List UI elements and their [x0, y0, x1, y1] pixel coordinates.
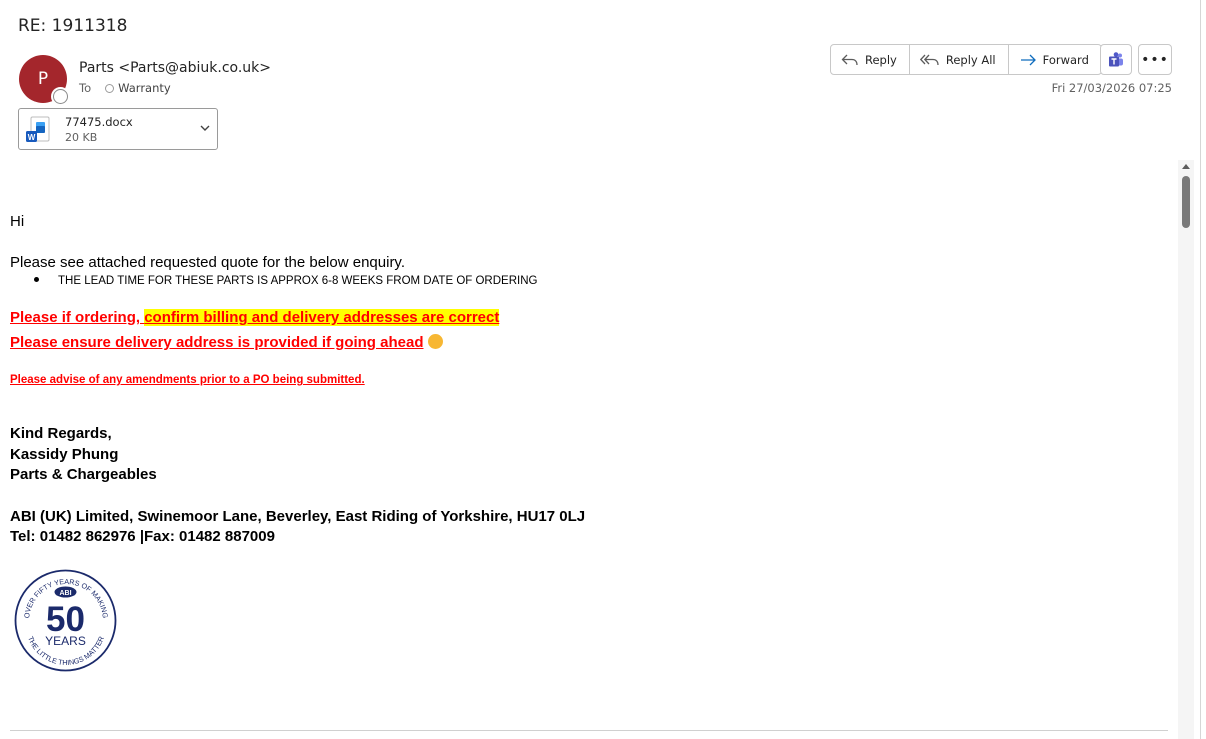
attachment-name: 77475.docx — [65, 115, 133, 129]
word-doc-icon: W — [26, 116, 50, 142]
reply-all-label: Reply All — [945, 52, 996, 67]
recipients-line: To Warranty — [79, 81, 171, 95]
signature-name: Kassidy Phung — [10, 446, 119, 463]
email-reading-pane: RE: 1911318 P Parts <Parts@abiuk.co.uk> … — [0, 0, 1206, 739]
logo-brand: ABI — [59, 590, 71, 597]
intro-text: Please see attached requested quote for … — [10, 254, 405, 271]
scrollbar-thumb[interactable] — [1182, 176, 1190, 228]
billing-warning-highlight: confirm billing and delivery addresses a… — [144, 309, 500, 326]
signature-phone: Tel: 01482 862976 |Fax: 01482 887009 — [10, 528, 275, 545]
reply-all-icon — [919, 54, 939, 65]
amendments-note: Please advise of any amendments prior to… — [10, 374, 365, 386]
to-label: To — [79, 81, 92, 95]
scroll-up-arrow-icon[interactable] — [1181, 162, 1191, 172]
avatar-initial: P — [37, 69, 49, 89]
greeting: Hi — [10, 213, 25, 230]
svg-text:W: W — [28, 133, 36, 142]
scrollbar-track[interactable] — [1178, 160, 1194, 739]
signature-department: Parts & Chargeables — [10, 466, 157, 483]
logo-years: YEARS — [45, 634, 86, 648]
attachment-card[interactable]: W 77475.docx 20 KB — [18, 108, 218, 150]
signoff: Kind Regards, — [10, 425, 112, 442]
reply-label: Reply — [865, 52, 897, 67]
billing-warning-lead: Please if ordering, — [10, 309, 145, 326]
attachment-size: 20 KB — [65, 131, 98, 144]
ellipsis-icon: ••• — [1141, 51, 1169, 68]
email-subject: RE: 1911318 — [18, 16, 128, 36]
smiling-emoji-icon — [427, 334, 443, 349]
forward-label: Forward — [1042, 52, 1089, 67]
billing-warning: Please if ordering, confirm billing and … — [10, 309, 500, 326]
signature-address: ABI (UK) Limited, Swinemoor Lane, Beverl… — [10, 508, 586, 525]
forward-button[interactable]: Forward — [1009, 45, 1101, 74]
recipient-warranty[interactable]: Warranty — [118, 81, 171, 95]
delivery-warning: Please ensure delivery address is provid… — [10, 332, 443, 351]
teams-icon — [1109, 51, 1123, 66]
reply-all-button[interactable]: Reply All — [910, 45, 1009, 74]
recipient-presence-icon — [105, 83, 115, 93]
lead-time-bullet: THE LEAD TIME FOR THESE PARTS IS APPROX … — [34, 275, 537, 287]
sender-name[interactable]: Parts <Parts@abiuk.co.uk> — [79, 60, 271, 76]
more-actions-button[interactable]: ••• — [1138, 44, 1172, 75]
message-actions: Reply Reply All Forward — [830, 44, 1102, 75]
forward-icon — [1020, 54, 1036, 65]
reply-button[interactable]: Reply — [831, 45, 910, 74]
chevron-down-icon[interactable] — [199, 122, 211, 134]
delivery-warning-text: Please ensure delivery address is provid… — [10, 334, 424, 351]
teams-button[interactable] — [1100, 44, 1132, 75]
presence-status-icon — [53, 89, 68, 104]
pane-border — [1200, 0, 1201, 739]
reply-icon — [841, 54, 858, 65]
bullet-text: THE LEAD TIME FOR THESE PARTS IS APPROX … — [58, 275, 538, 287]
message-divider — [10, 730, 1168, 731]
bullet-dot-icon — [34, 277, 39, 283]
abi-50-years-logo: OVER FIFTY YEARS OF MAKING THE LITTLE TH… — [14, 569, 117, 672]
sent-date: Fri 27/03/2026 07:25 — [1051, 81, 1172, 95]
